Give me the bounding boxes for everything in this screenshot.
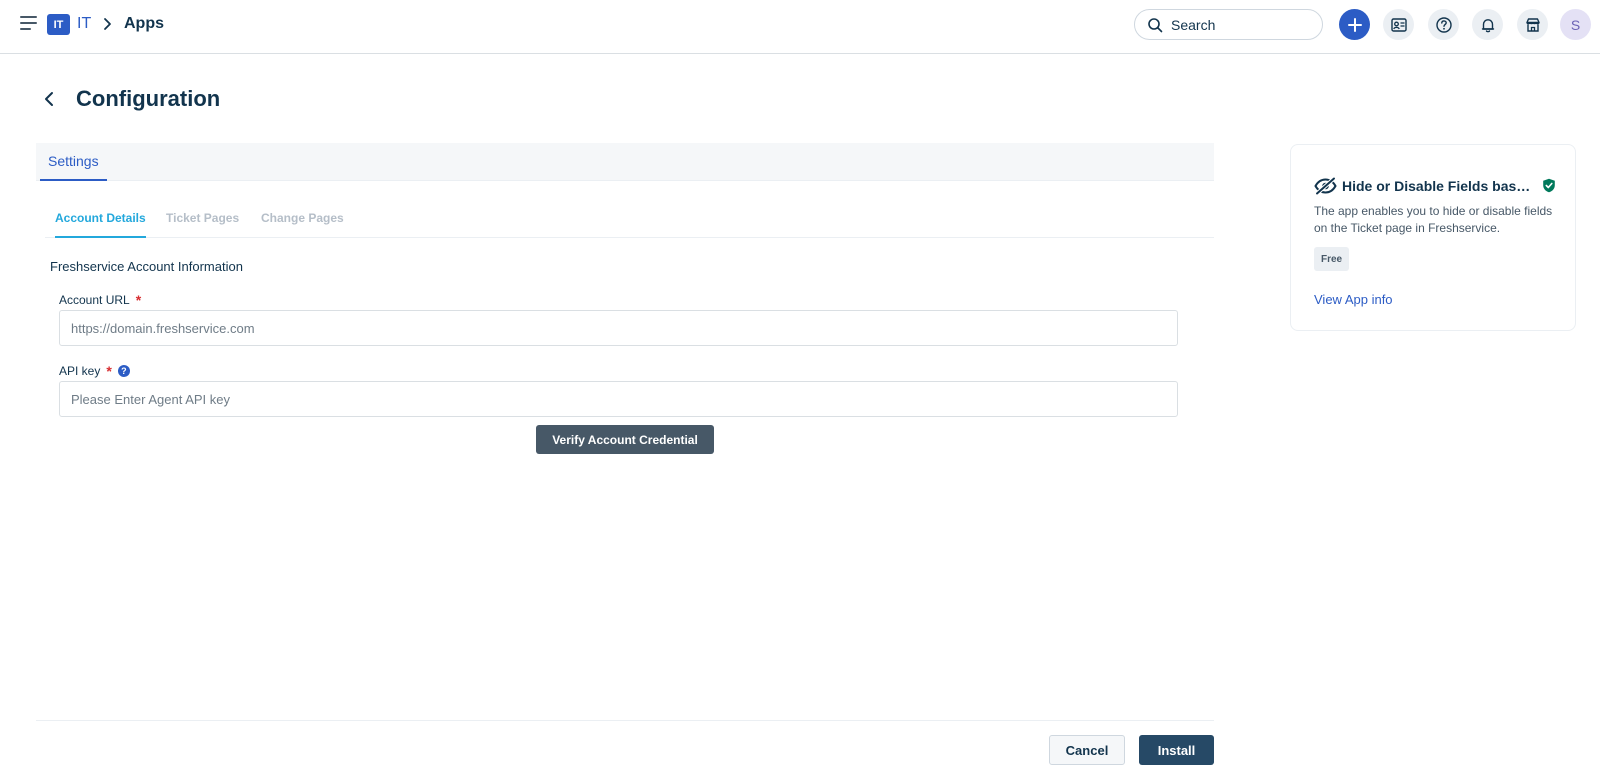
account-url-input[interactable] [59, 310, 1178, 346]
install-button[interactable]: Install [1139, 735, 1214, 765]
app-info-card: Hide or Disable Fields base... The app e… [1290, 144, 1576, 331]
app-name: Hide or Disable Fields base... [1342, 178, 1532, 194]
tab-settings[interactable]: Settings [40, 143, 107, 181]
user-avatar[interactable]: S [1560, 9, 1591, 40]
marketplace-button[interactable] [1517, 9, 1548, 40]
settings-tab-bar: Settings [36, 143, 1214, 181]
footer-divider [36, 720, 1214, 721]
required-marker: * [135, 292, 142, 308]
price-badge: Free [1314, 247, 1350, 271]
global-search[interactable]: Search [1134, 9, 1323, 40]
app-description: The app enables you to hide or disable f… [1314, 204, 1553, 235]
workspace-badge[interactable]: IT [47, 14, 70, 35]
config-subtabs: Account Details Ticket Pages Change Page… [45, 204, 1214, 238]
api-key-input[interactable] [59, 381, 1178, 417]
account-url-label: Account URL * [59, 292, 141, 308]
bell-icon [1481, 18, 1494, 32]
workspace-name[interactable]: IT [77, 15, 91, 33]
chevron-right-icon [104, 18, 111, 30]
api-key-label: API key * ? [59, 363, 130, 379]
page-title: Configuration [76, 86, 221, 111]
notifications-button[interactable] [1472, 9, 1503, 40]
help-button[interactable] [1428, 9, 1459, 40]
shield-check-icon [1543, 178, 1555, 193]
cancel-button[interactable]: Cancel [1049, 735, 1125, 765]
section-title: Freshservice Account Information [50, 259, 243, 274]
help-circle-icon [1435, 16, 1452, 33]
eye-off-icon [1314, 177, 1337, 195]
subtab-change-pages[interactable]: Change Pages [261, 204, 344, 238]
plus-icon [1347, 17, 1362, 32]
contact-card-icon [1390, 17, 1407, 32]
api-key-label-text: API key [59, 364, 101, 378]
subtab-account-details[interactable]: Account Details [55, 204, 146, 238]
contacts-button[interactable] [1383, 9, 1414, 40]
new-item-button[interactable] [1339, 9, 1370, 40]
breadcrumb-current-page: Apps [124, 15, 164, 32]
store-icon [1525, 17, 1540, 32]
chevron-left-icon[interactable] [41, 90, 59, 108]
account-url-label-text: Account URL [59, 293, 130, 307]
required-marker: * [106, 363, 112, 379]
subtab-ticket-pages[interactable]: Ticket Pages [166, 204, 239, 238]
search-icon [1148, 17, 1163, 32]
help-circle-icon[interactable]: ? [117, 365, 130, 377]
hamburger-icon[interactable] [20, 16, 37, 30]
verify-credential-button[interactable]: Verify Account Credential [536, 425, 714, 454]
search-label: Search [1171, 16, 1216, 33]
top-bar: IT IT Apps Search S [0, 0, 1600, 54]
view-app-info-link[interactable]: View App info [1314, 292, 1393, 307]
